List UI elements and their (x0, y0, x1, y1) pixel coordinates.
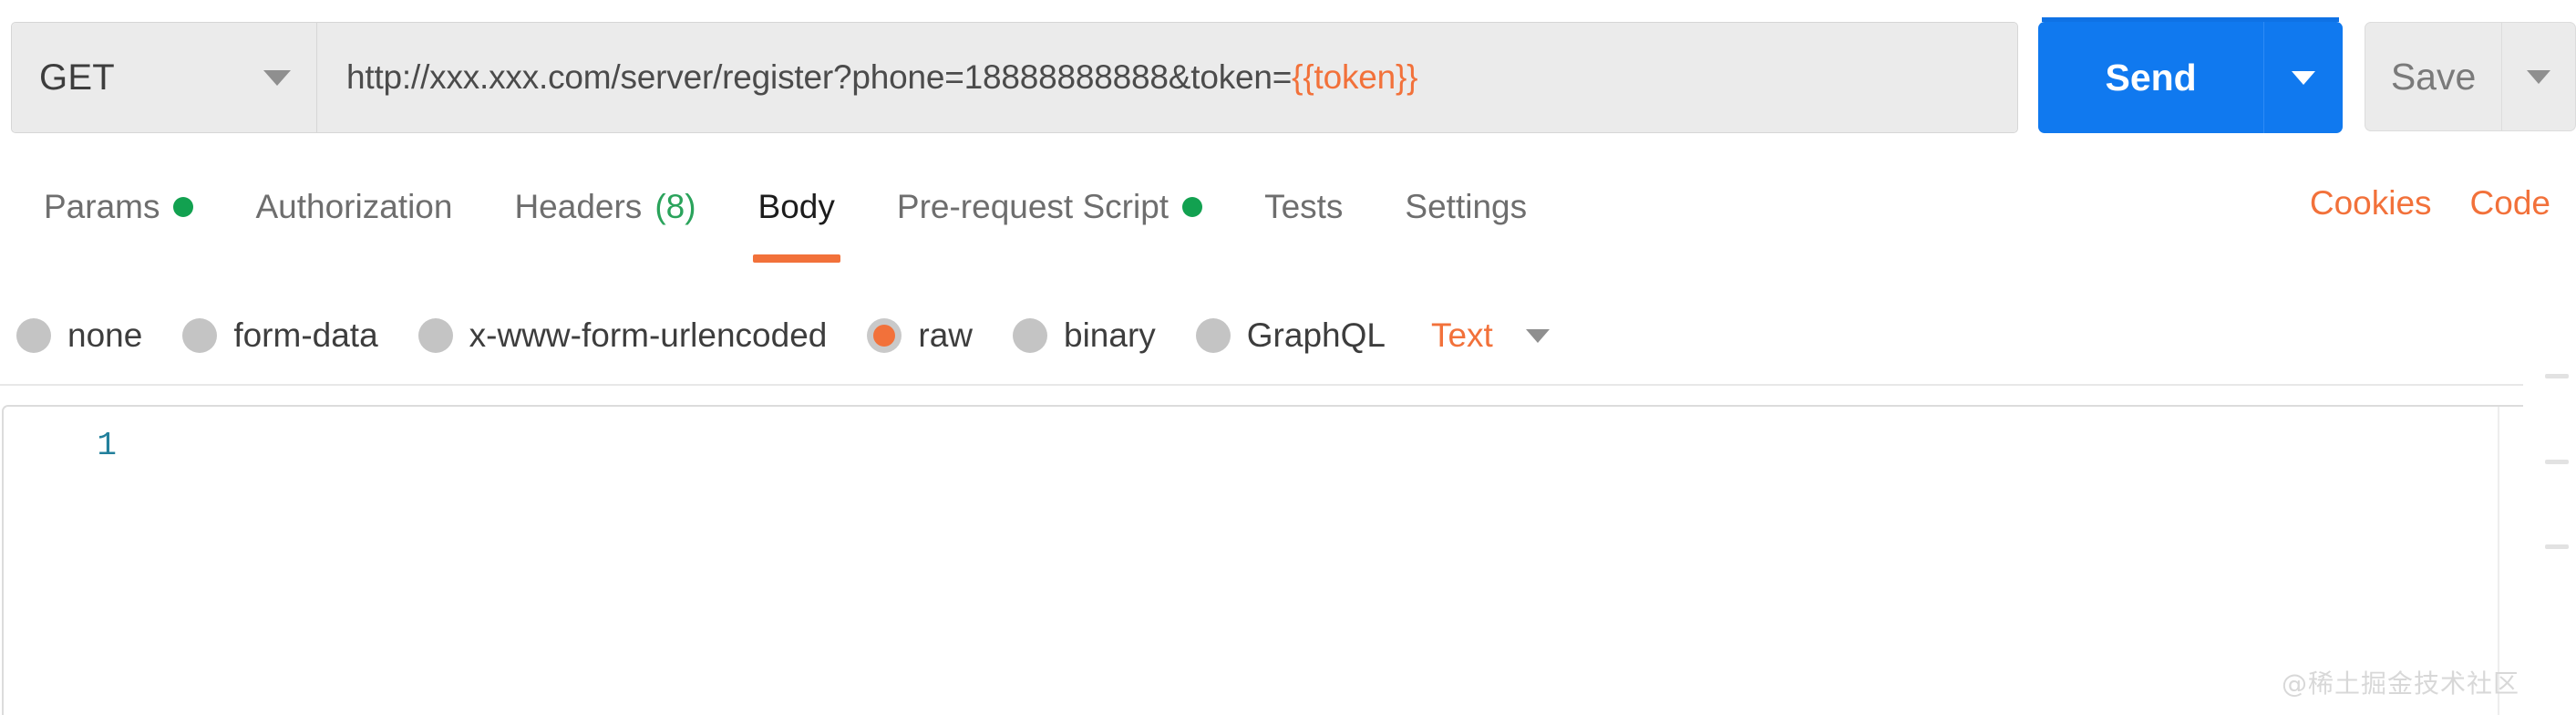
tab-tests[interactable]: Tests (1233, 173, 1374, 241)
active-tab-indicator (752, 254, 840, 263)
editor-right-strip (2523, 365, 2576, 715)
request-tabs-bar: Params Authorization Headers (8) Body Pr… (0, 173, 2576, 275)
raw-format-selector[interactable]: Text (1431, 316, 1550, 355)
url-text: http://xxx.xxx.com/server/register?phone… (346, 58, 1418, 97)
radio-icon (417, 318, 453, 353)
chevron-down-icon (2292, 70, 2316, 85)
editor-top-divider (0, 384, 2576, 386)
body-type-none[interactable]: none (16, 316, 142, 355)
body-editor[interactable]: 1 (2, 405, 2554, 715)
tab-label: Headers (514, 188, 643, 225)
line-number: 1 (97, 427, 117, 464)
tab-pre-request-script[interactable]: Pre-request Script (866, 173, 1233, 241)
http-method-selector[interactable]: GET (12, 23, 317, 132)
tab-authorization[interactable]: Authorization (224, 173, 483, 241)
strip-marker (2545, 544, 2569, 549)
radio-icon (16, 318, 51, 353)
radio-icon (182, 318, 218, 353)
chevron-down-icon (2527, 69, 2550, 84)
code-link[interactable]: Code (2470, 184, 2550, 223)
body-type-raw[interactable]: raw (867, 316, 973, 355)
chevron-down-icon (1525, 328, 1550, 343)
body-type-binary[interactable]: binary (1013, 316, 1156, 355)
tab-count-badge: (8) (654, 188, 696, 225)
radio-label: binary (1064, 316, 1156, 354)
strip-marker (2545, 460, 2569, 464)
tab-label: Pre-request Script (896, 188, 1170, 225)
editor-text-area[interactable] (140, 407, 2552, 715)
tab-bar-divider (0, 272, 2576, 273)
radio-inner-dot (873, 325, 896, 347)
tab-label: Body (757, 188, 835, 225)
send-button-group: Send (2038, 17, 2344, 133)
save-options-button[interactable] (2502, 23, 2575, 130)
save-button[interactable]: Save (2365, 23, 2502, 130)
chevron-down-icon (263, 69, 291, 86)
send-focus-line (2042, 17, 2340, 22)
raw-format-label: Text (1430, 316, 1493, 354)
request-tabs: Params Authorization Headers (8) Body Pr… (13, 173, 1558, 263)
radio-label: GraphQL (1246, 316, 1386, 354)
http-method-label: GET (39, 57, 115, 98)
radio-icon (1013, 318, 1047, 353)
url-input[interactable]: http://xxx.xxx.com/server/register?phone… (317, 23, 2018, 132)
strip-marker (2545, 374, 2569, 378)
cookies-link[interactable]: Cookies (2310, 184, 2432, 223)
save-button-container: Save (2365, 22, 2576, 131)
tab-label: Tests (1264, 188, 1344, 225)
url-text-variable: {{token}} (1292, 58, 1418, 96)
tab-params[interactable]: Params (13, 173, 224, 241)
request-bar: GET http://xxx.xxx.com/server/register?p… (0, 17, 2576, 155)
body-type-x-www-form-urlencoded[interactable]: x-www-form-urlencoded (417, 316, 828, 355)
tab-settings[interactable]: Settings (1374, 173, 1558, 241)
body-type-form-data[interactable]: form-data (182, 316, 378, 355)
send-button[interactable]: Send (2038, 22, 2265, 133)
tab-label: Authorization (255, 188, 453, 225)
radio-label: form-data (233, 316, 378, 354)
tab-bar-actions: Cookies Code (2272, 173, 2550, 223)
body-type-selector: none form-data x-www-form-urlencoded raw… (0, 290, 2576, 381)
radio-label: none (67, 316, 143, 354)
radio-icon (1195, 318, 1231, 353)
tab-headers[interactable]: Headers (8) (483, 173, 726, 241)
modified-dot-icon (1182, 197, 1203, 217)
radio-label: x-www-form-urlencoded (469, 316, 828, 354)
tab-label: Params (44, 188, 160, 225)
send-options-button[interactable] (2264, 22, 2343, 133)
body-type-graphql[interactable]: GraphQL (1195, 316, 1386, 355)
radio-label: raw (918, 316, 973, 354)
tab-body[interactable]: Body (727, 173, 866, 263)
send-button-container: Send (2038, 22, 2344, 133)
modified-dot-icon (173, 197, 194, 217)
url-input-group: GET http://xxx.xxx.com/server/register?p… (11, 22, 2019, 133)
tab-label: Settings (1405, 188, 1528, 225)
url-text-prefix: http://xxx.xxx.com/server/register?phone… (346, 58, 1293, 96)
editor-gutter: 1 (4, 407, 140, 715)
watermark: @稀土掘金技术社区 (2281, 668, 2519, 699)
radio-selected-icon (867, 318, 902, 353)
